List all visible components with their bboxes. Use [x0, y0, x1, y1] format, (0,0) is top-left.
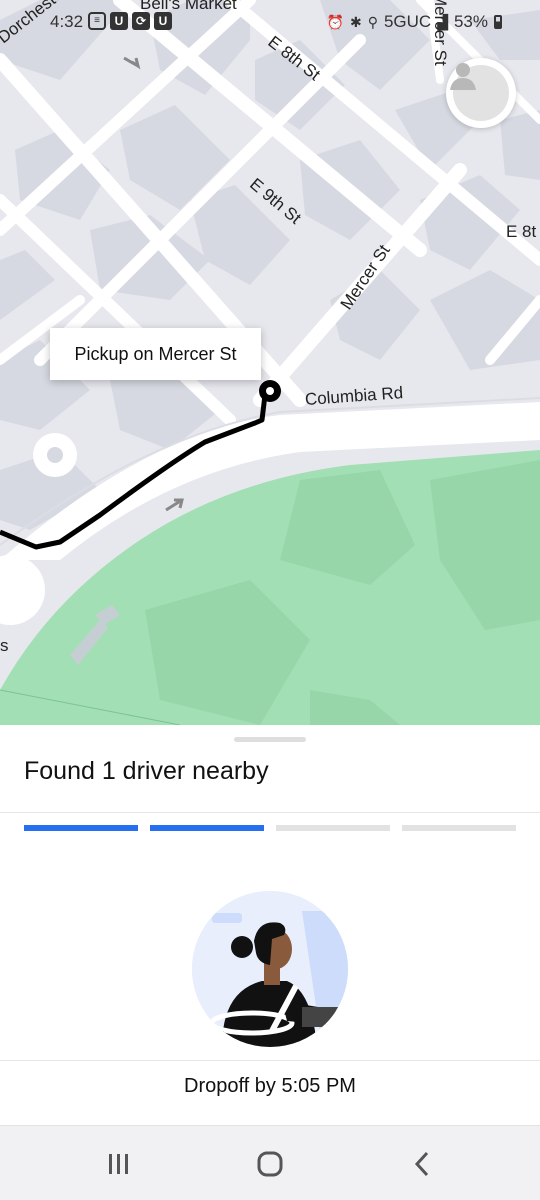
home-icon[interactable] [255, 1150, 285, 1178]
network-label: 5GUC [383, 12, 432, 31]
search-progress [24, 825, 516, 831]
sync-icon: ⟳ [132, 12, 150, 30]
battery-icon [494, 15, 502, 29]
street-label-left-edge: s [0, 636, 9, 655]
map-view[interactable]: Dorchester St Bell's Market E 8th St Mer… [0, 0, 540, 725]
bluetooth-icon: ✱ [349, 13, 362, 30]
recent-apps-icon[interactable] [104, 1150, 134, 1178]
bottom-sheet[interactable]: Found 1 driver nearby Dropoff by 5:05 PM [0, 725, 540, 1125]
progress-segment [276, 825, 390, 831]
u-icon: U [110, 12, 128, 30]
alarm-icon: ⏰ [326, 13, 344, 30]
notification-icon: ≡ [88, 12, 106, 30]
street-label-e8th-right: E 8t [506, 222, 537, 241]
divider [0, 812, 540, 813]
progress-segment [150, 825, 264, 831]
progress-segment [24, 825, 138, 831]
location-icon: ⚲ [367, 13, 378, 30]
progress-segment [402, 825, 516, 831]
sheet-drag-handle[interactable] [234, 737, 306, 742]
status-bar: 4:32 ≡ U ⟳ U ⏰ ✱ ⚲ 5GUC ▟ 53% [0, 0, 540, 46]
person-icon [450, 63, 476, 90]
status-right: ⏰ ✱ ⚲ 5GUC ▟ 53% [327, 12, 502, 32]
signal-icon: ▟ [437, 13, 448, 30]
driver-illustration [192, 891, 348, 1047]
dropoff-eta: Dropoff by 5:05 PM [184, 1075, 356, 1097]
status-left-icons: ≡ U ⟳ U [88, 12, 172, 30]
divider [0, 1060, 540, 1061]
pickup-label[interactable]: Pickup on Mercer St [50, 328, 261, 380]
u-icon: U [154, 12, 172, 30]
battery-label: 53% [453, 12, 488, 31]
sheet-title: Found 1 driver nearby [24, 757, 269, 785]
profile-button[interactable] [446, 58, 516, 128]
avatar [450, 63, 509, 121]
system-navigation-bar [0, 1125, 540, 1200]
back-icon[interactable] [407, 1150, 437, 1178]
status-time: 4:32 [50, 12, 84, 31]
